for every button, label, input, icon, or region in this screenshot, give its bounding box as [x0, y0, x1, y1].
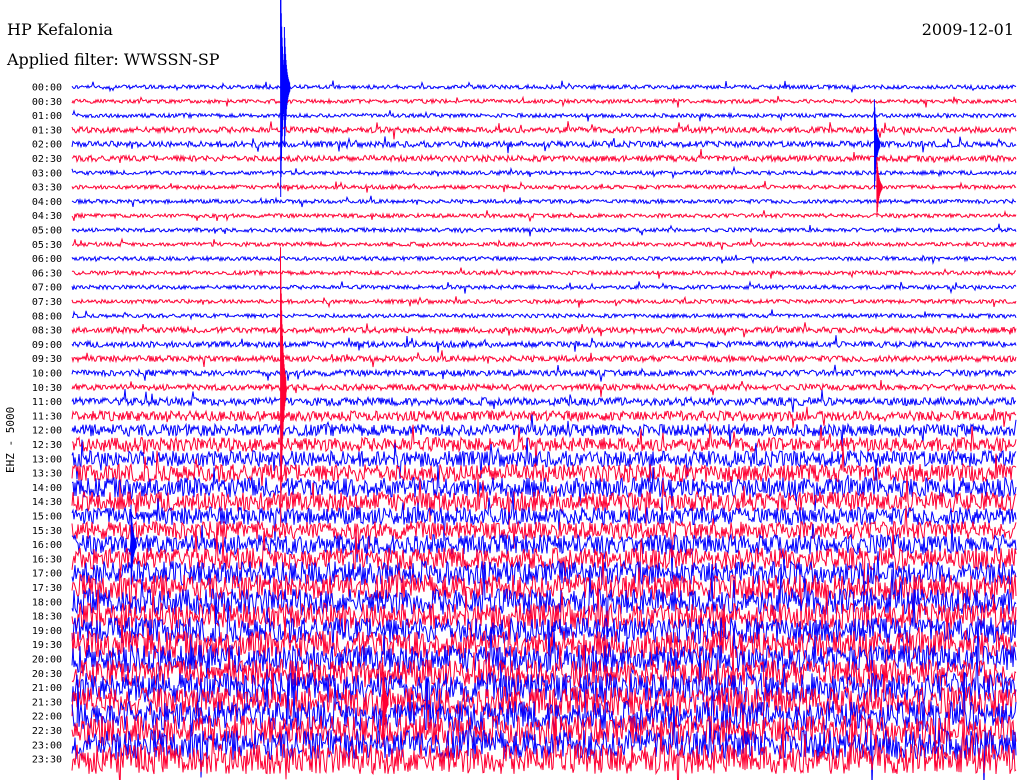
row-time-label: 04:30	[32, 211, 62, 222]
row-time-label: 10:30	[32, 383, 62, 394]
trace-row	[72, 237, 1017, 250]
row-time-label: 03:00	[32, 168, 62, 179]
row-time-label: 19:00	[32, 626, 62, 637]
seismic-event	[283, 26, 291, 148]
trace-row	[71, 254, 1017, 265]
row-time-label: 10:00	[32, 369, 62, 380]
trace-row	[71, 350, 1017, 368]
row-time-label: 02:30	[32, 154, 62, 165]
row-time-label: 13:00	[32, 454, 62, 465]
trace-row	[71, 80, 1017, 93]
row-time-label: 17:00	[32, 569, 62, 580]
row-time-label: 15:00	[32, 512, 62, 523]
row-time-label: 06:30	[32, 268, 62, 279]
trace-row	[71, 195, 1017, 208]
row-time-label: 23:30	[32, 755, 62, 766]
row-time-label: 16:00	[32, 540, 62, 551]
row-time-label: 14:30	[32, 497, 62, 508]
row-time-label: 18:30	[32, 612, 62, 623]
row-time-label: 11:00	[32, 397, 62, 408]
row-time-label: 16:30	[32, 554, 62, 565]
trace-row	[71, 364, 1017, 382]
row-time-label: 23:00	[32, 740, 62, 751]
row-time-label: 22:30	[32, 726, 62, 737]
row-time-label: 05:30	[32, 240, 62, 251]
row-time-label: 05:00	[32, 226, 62, 237]
row-time-label: 14:00	[32, 483, 62, 494]
row-time-label: 20:30	[32, 669, 62, 680]
row-time-label: 18:00	[32, 597, 62, 608]
trace-row	[71, 280, 1017, 295]
row-time-label: 19:30	[32, 640, 62, 651]
row-time-label: 01:00	[32, 111, 62, 122]
row-time-label: 12:00	[32, 426, 62, 437]
trace-row	[71, 461, 1017, 512]
row-time-label: 15:30	[32, 526, 62, 537]
trace-row	[71, 209, 1017, 222]
row-time-label: 03:30	[32, 183, 62, 194]
row-time-label: 09:30	[32, 354, 62, 365]
row-time-label: 09:00	[32, 340, 62, 351]
row-time-label: 01:30	[32, 125, 62, 136]
row-time-label: 11:30	[32, 411, 62, 422]
row-time-label: 07:30	[32, 297, 62, 308]
row-time-label: 20:00	[32, 655, 62, 666]
row-time-label: 08:00	[32, 311, 62, 322]
trace-row	[71, 309, 1017, 321]
seismogram-plot: 00:00 00:30 01:00 01:30 02:00 02:30 03:00 03:30…	[32, 0, 1017, 780]
trace-row	[71, 388, 1017, 413]
trace-row	[71, 267, 1017, 279]
row-time-label: 17:30	[32, 583, 62, 594]
row-time-label: 08:30	[32, 326, 62, 337]
trace-row	[71, 406, 1017, 428]
trace-row	[71, 322, 1017, 338]
row-time-label: 21:00	[32, 683, 62, 694]
row-time-label: 06:00	[32, 254, 62, 265]
trace-row	[71, 295, 1017, 309]
row-time-label: 21:30	[32, 697, 62, 708]
row-time-label: 13:30	[32, 469, 62, 480]
trace-row	[71, 335, 1017, 353]
row-time-label: 00:30	[32, 97, 62, 108]
row-time-label: 02:00	[32, 140, 62, 151]
trace-row	[71, 379, 1017, 397]
seismic-event	[876, 157, 883, 218]
row-time-label: 22:00	[32, 712, 62, 723]
row-time-label: 12:30	[32, 440, 62, 451]
row-time-label: 00:00	[32, 83, 62, 94]
row-time-label: 04:00	[32, 197, 62, 208]
row-time-label: 07:00	[32, 283, 62, 294]
trace-row	[71, 223, 1017, 237]
